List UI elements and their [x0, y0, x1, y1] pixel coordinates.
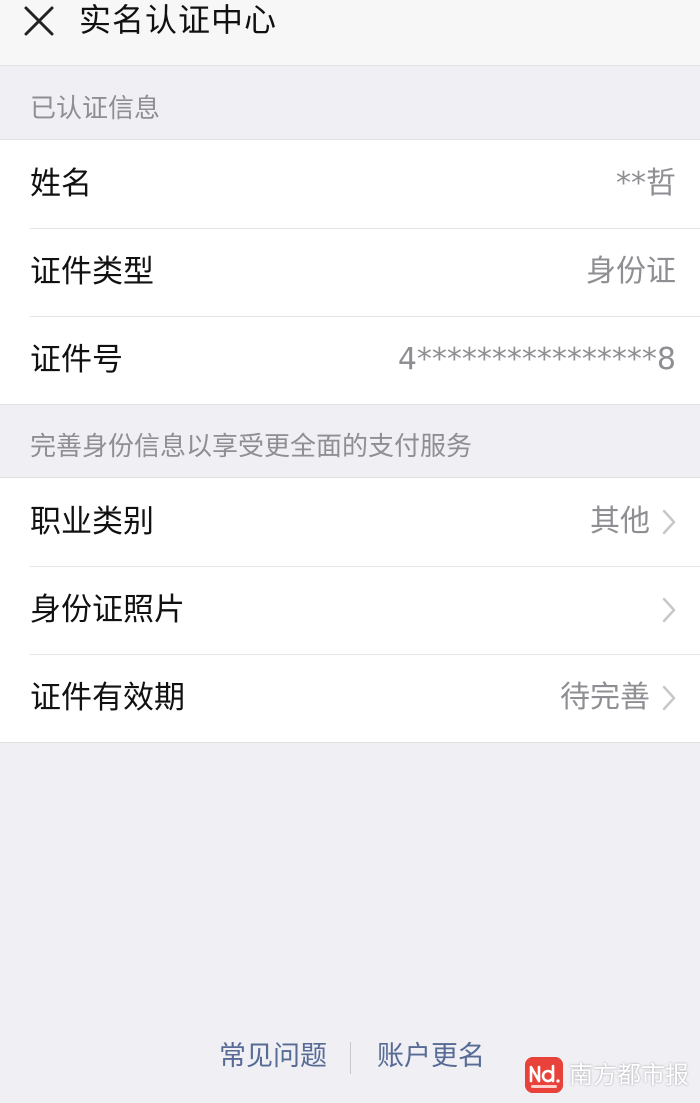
id-number-label: 证件号 — [30, 342, 123, 378]
occupation-value: 其他 — [590, 504, 650, 539]
complete-info-group: 职业类别 其他 身份证照片 证件有效期 待完善 — [0, 477, 700, 743]
close-icon[interactable] — [22, 4, 56, 38]
id-number-row: 证件号 4****************8 — [0, 316, 700, 404]
id-validity-row[interactable]: 证件有效期 待完善 — [0, 654, 700, 742]
account-rename-link[interactable]: 账户更名 — [377, 1032, 485, 1082]
complete-info-section-header: 完善身份信息以享受更全面的支付服务 — [30, 432, 473, 462]
chevron-right-icon — [662, 597, 676, 623]
page-title: 实名认证中心 — [79, 1, 278, 39]
id-validity-label: 证件有效期 — [30, 680, 185, 716]
newspaper-logo — [525, 1057, 563, 1093]
occupation-row[interactable]: 职业类别 其他 — [0, 478, 700, 566]
faq-link[interactable]: 常见问题 — [219, 1032, 327, 1082]
id-photo-row[interactable]: 身份证照片 — [0, 566, 700, 654]
name-label: 姓名 — [30, 166, 92, 202]
footer-divider — [350, 1042, 351, 1074]
occupation-label: 职业类别 — [30, 504, 154, 540]
verified-section-header: 已认证信息 — [30, 94, 161, 124]
name-row: 姓名 **哲 — [0, 140, 700, 228]
name-value: **哲 — [616, 166, 676, 201]
id-type-row: 证件类型 身份证 — [0, 228, 700, 316]
id-type-value: 身份证 — [586, 254, 676, 289]
id-type-label: 证件类型 — [30, 254, 154, 290]
id-validity-value: 待完善 — [560, 680, 650, 715]
newspaper-watermark: 南方都市报 — [525, 1055, 695, 1095]
chevron-right-icon — [662, 685, 676, 711]
navigation-bar: 实名认证中心 — [0, 0, 700, 66]
id-photo-label: 身份证照片 — [30, 592, 185, 628]
verified-info-group: 姓名 **哲 证件类型 身份证 证件号 4****************8 — [0, 139, 700, 405]
id-number-value: 4****************8 — [397, 342, 676, 377]
chevron-right-icon — [662, 509, 676, 535]
watermark-text: 南方都市报 — [569, 1061, 689, 1089]
